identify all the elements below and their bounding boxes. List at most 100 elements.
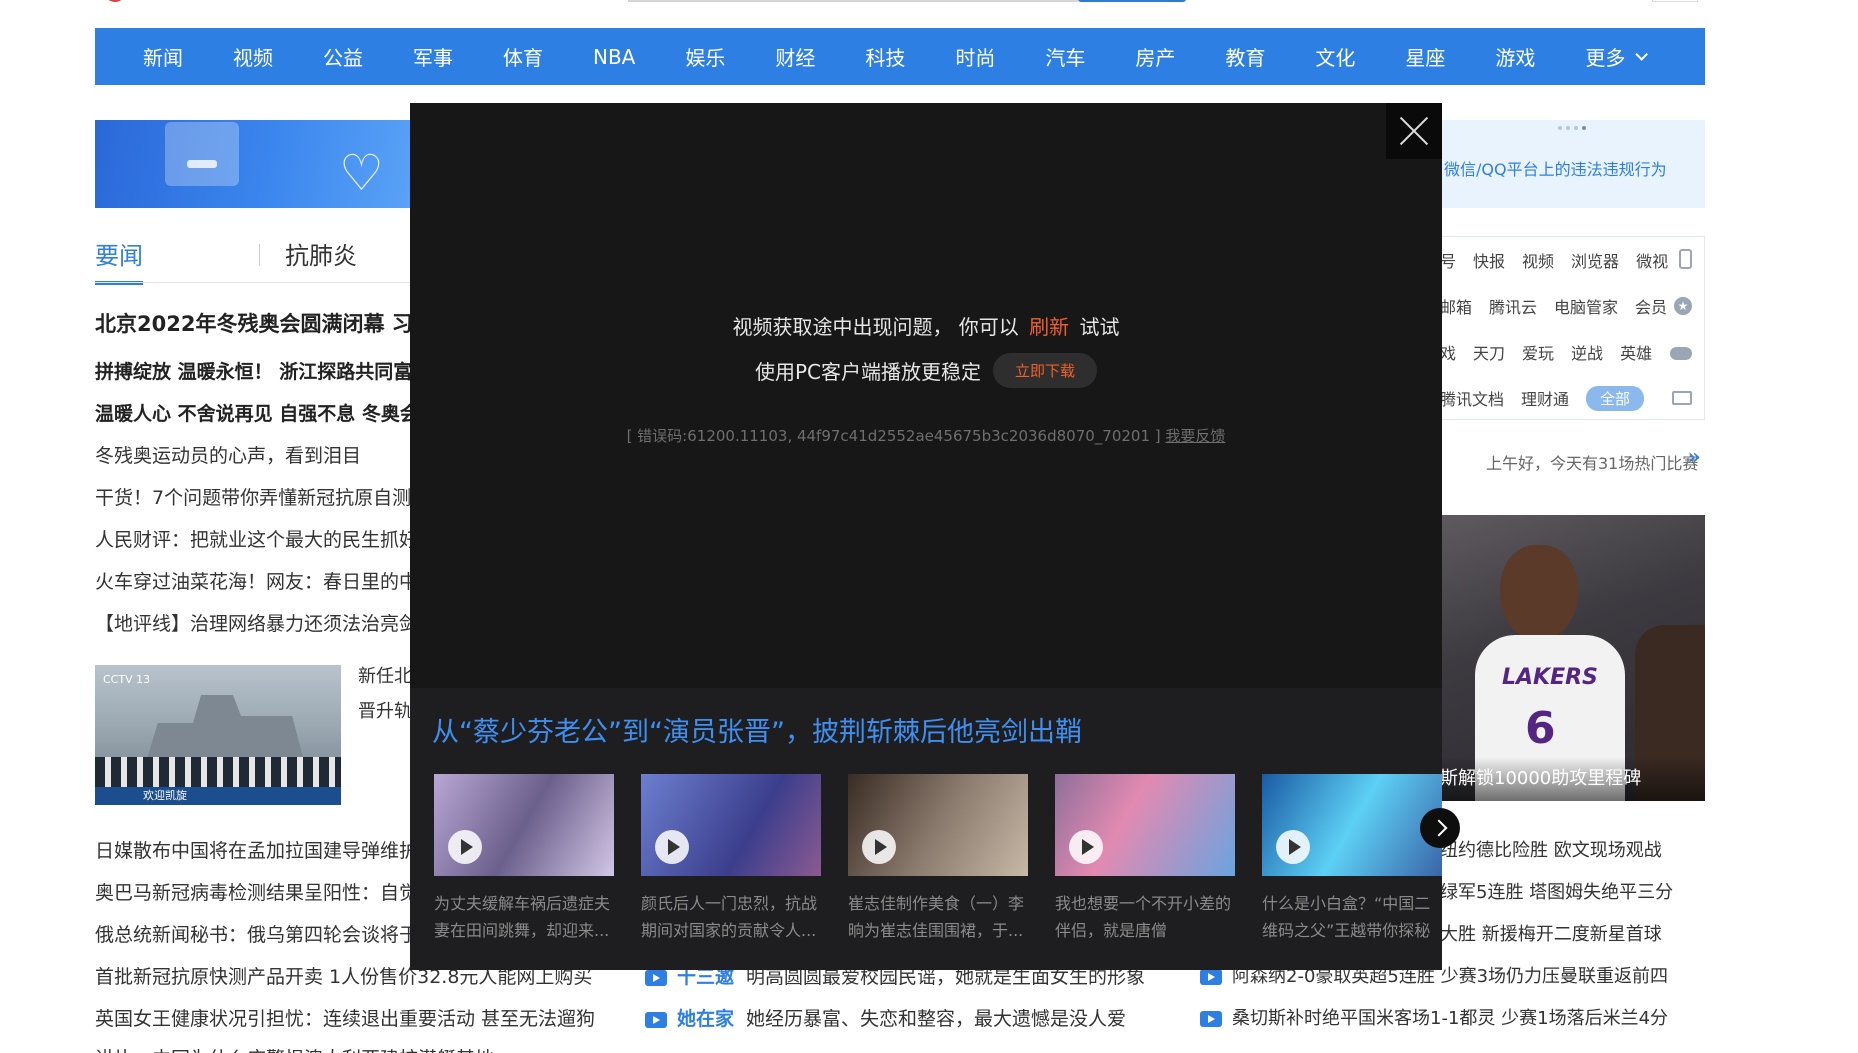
feedback-link[interactable]: 我要反馈	[1165, 427, 1225, 445]
news-link[interactable]: 温暖人心 不舍说再见 自强不息 冬奥会	[95, 399, 415, 426]
nav-item-tech[interactable]: 科技	[865, 42, 905, 71]
video-card[interactable]: 崔志佳制作美食（一）李晌为崔志佳围围裙，于...	[848, 774, 1028, 944]
all-services-button[interactable]: 全部	[1586, 385, 1645, 411]
news-link[interactable]: 日媒散布中国将在孟加拉国建导弹维护	[95, 836, 418, 863]
nav-item-military[interactable]: 军事	[413, 42, 453, 71]
service-link[interactable]: 电脑管家	[1554, 294, 1618, 318]
nav-more-dropdown[interactable]: 更多	[1585, 42, 1649, 71]
site-logo[interactable]	[104, 0, 126, 2]
video-card[interactable]: 什么是小白盒？“中国二维码之父”王越带你探秘各...	[1262, 774, 1442, 944]
recommendation-title[interactable]: 从“蔡少芬老公”到“演员张晋”，披荆斩棘后他亮剑出鞘	[432, 710, 1082, 749]
service-link[interactable]: 戏	[1440, 340, 1456, 364]
tab-top-news[interactable]: 要闻	[95, 236, 143, 285]
news-link[interactable]: 奥巴马新冠病毒检测结果呈阳性：自觉	[95, 878, 418, 905]
nav-item-education[interactable]: 教育	[1225, 42, 1265, 71]
chevron-down-icon	[1635, 48, 1649, 61]
carousel-dot[interactable]	[1566, 126, 1570, 130]
star-icon[interactable]: ★	[1674, 297, 1692, 315]
news-link[interactable]: 英国女王健康状况引担忧：连续退出重要活动 甚至无法遛狗	[95, 1004, 595, 1031]
sports-news-link[interactable]: 大胜 新援梅开二度新星首球	[1440, 920, 1705, 946]
service-link[interactable]: 号	[1440, 248, 1456, 272]
headline-link[interactable]: 北京2022年冬残奥会圆满闭幕 习近	[95, 308, 415, 338]
video-news-row[interactable]: 她在家 她经历暴富、失恋和整容，最大遗憾是没人爱	[645, 1004, 1126, 1031]
thumbnail-caption: 欢迎凯旋	[95, 787, 341, 805]
nav-item-auto[interactable]: 汽车	[1045, 42, 1085, 71]
carousel-dot[interactable]	[1558, 126, 1562, 130]
services-panel: 号 快报 视频 浏览器 微视 邮箱 腾讯云 电脑管家 会员 ★ 戏 天刀 爱玩 …	[1440, 236, 1705, 420]
download-button[interactable]: 立即下载	[993, 353, 1098, 388]
nav-item-sports[interactable]: 体育	[503, 42, 543, 71]
nav-item-entertainment[interactable]: 娱乐	[685, 42, 725, 71]
video-card[interactable]: 我也想要一个不开小差的伴侣，就是唐僧	[1055, 774, 1235, 944]
service-link[interactable]: 浏览器	[1571, 248, 1619, 272]
service-link[interactable]: 腾讯文档	[1440, 386, 1504, 410]
nav-item-fashion[interactable]: 时尚	[955, 42, 995, 71]
top-right-widget[interactable]	[1652, 0, 1698, 2]
nav-item-astrology[interactable]: 星座	[1405, 42, 1445, 71]
nav-item-house[interactable]: 房产	[1135, 42, 1175, 71]
news-link[interactable]: 晋升轨	[358, 697, 413, 723]
service-link[interactable]: 天刀	[1473, 340, 1505, 364]
search-button[interactable]	[1078, 0, 1186, 2]
search-input[interactable]	[628, 0, 1078, 2]
services-row: 邮箱 腾讯云 电脑管家 会员	[1440, 283, 1684, 329]
video-card[interactable]: 颜氏后人一门忠烈，抗战期间对国家的贡献令人...	[641, 774, 821, 944]
service-link[interactable]: 邮箱	[1440, 294, 1472, 318]
nav-item-nba[interactable]: NBA	[593, 45, 635, 69]
news-link[interactable]: 【地评线】治理网络暴力还须法治亮剑	[95, 609, 415, 636]
service-link[interactable]: 会员	[1635, 294, 1667, 318]
video-player[interactable]: 视频获取途中出现问题， 你可以 刷新 试试 使用PC客户端播放更稳定 立即下载 …	[410, 103, 1442, 688]
news-link[interactable]: 拼搏绽放 温暖永恒！ 浙江探路共同富裕	[95, 357, 415, 384]
nav-item-video[interactable]: 视频	[233, 42, 273, 71]
sports-news-link[interactable]: 桑切斯补时绝平国米客场1-1都灵 少赛1场落后米兰4分	[1200, 1004, 1668, 1030]
news-tabs: 要闻 抗肺炎	[95, 236, 415, 285]
news-link[interactable]: 冬残奥运动员的心声，看到泪目	[95, 441, 415, 468]
nav-item-games[interactable]: 游戏	[1495, 42, 1535, 71]
client-tip-text: 使用PC客户端播放更稳定	[754, 360, 981, 384]
video-icon	[645, 969, 667, 986]
double-chevron-right-icon: »	[1687, 445, 1701, 470]
video-thumbnail	[434, 774, 614, 876]
carousel-dot[interactable]	[1574, 126, 1578, 130]
next-arrow-button[interactable]	[1420, 808, 1460, 848]
channel-logo: CCTV 13	[103, 673, 151, 686]
service-link[interactable]: 爱玩	[1522, 340, 1554, 364]
nav-item-charity[interactable]: 公益	[323, 42, 363, 71]
service-link[interactable]: 微视	[1636, 248, 1668, 272]
promo-banner-left[interactable]: ♡	[95, 120, 410, 208]
carousel-dot-active[interactable]	[1582, 126, 1586, 130]
service-link[interactable]: 逆战	[1571, 340, 1603, 364]
news-thumbnail[interactable]: CCTV 13 欢迎凯旋	[95, 665, 341, 805]
phone-icon[interactable]	[1679, 249, 1692, 269]
service-link[interactable]: 视频	[1522, 248, 1554, 272]
service-link[interactable]: 理财通	[1521, 386, 1569, 410]
news-link[interactable]: 讲片：中国为什么应警惕澳大利亚建核潜艇基地	[95, 1044, 494, 1053]
service-link[interactable]: 快报	[1473, 248, 1505, 272]
nav-more-label: 更多	[1585, 46, 1626, 70]
nav-item-culture[interactable]: 文化	[1315, 42, 1355, 71]
refresh-link[interactable]: 刷新	[1029, 315, 1069, 339]
sports-greeting[interactable]: 上午好，今天有31场热门比赛 »	[1431, 445, 1705, 478]
play-icon	[655, 830, 689, 864]
error-message: 视频获取途中出现问题， 你可以 刷新 试试	[410, 311, 1442, 340]
news-link[interactable]: 新任北	[358, 662, 413, 688]
news-link[interactable]: 干货！7个问题带你弄懂新冠抗原自测	[95, 483, 415, 510]
sports-feature-image[interactable]: LAKERS 6 斯解锁10000助攻里程碑	[1440, 515, 1705, 801]
nav-item-news[interactable]: 新闻	[143, 42, 183, 71]
nav-item-finance[interactable]: 财经	[775, 42, 815, 71]
service-link[interactable]: 英雄	[1620, 340, 1652, 364]
sports-news-link[interactable]: 纽约德比险胜 欧文现场观战	[1440, 836, 1705, 862]
news-link[interactable]: 俄总统新闻秘书：俄乌第四轮会谈将于	[95, 920, 418, 947]
close-button[interactable]	[1386, 103, 1442, 159]
monitor-icon[interactable]	[1672, 391, 1692, 405]
sports-news-text: 桑切斯补时绝平国米客场1-1都灵 少赛1场落后米兰4分	[1232, 1008, 1669, 1029]
gamepad-icon[interactable]	[1670, 347, 1692, 360]
video-card[interactable]: 为丈夫缓解车祸后遗症夫妻在田间跳舞，却迎来...	[434, 774, 614, 944]
promo-banner-right[interactable]: 微信/QQ平台上的违法违规行为	[1440, 120, 1705, 208]
sports-news-link[interactable]: 绿军5连胜 塔图姆失绝平三分	[1440, 878, 1705, 904]
tab-covid[interactable]: 抗肺炎	[285, 236, 357, 271]
play-icon	[1276, 830, 1310, 864]
news-link[interactable]: 人民财评：把就业这个最大的民生抓好	[95, 525, 415, 552]
news-link[interactable]: 火车穿过油菜花海！网友：春日里的中	[95, 567, 415, 594]
service-link[interactable]: 腾讯云	[1489, 294, 1537, 318]
